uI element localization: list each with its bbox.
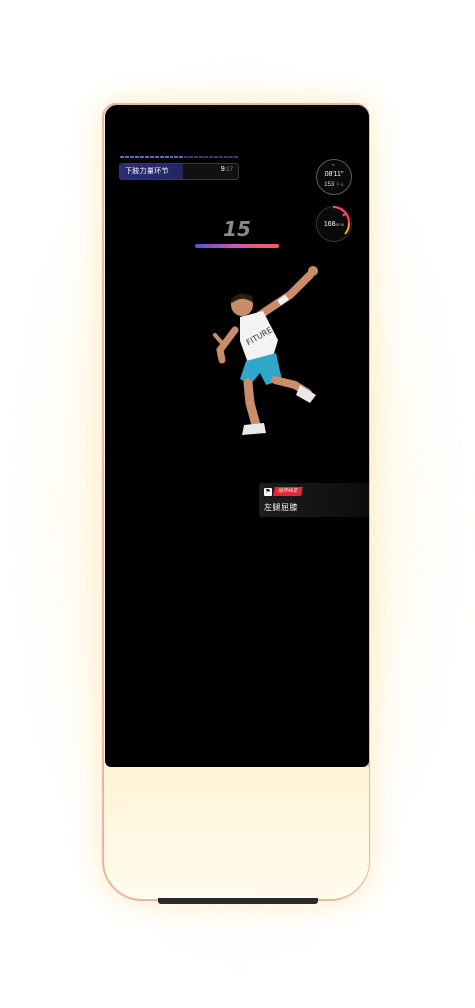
rep-counter: 15: [223, 217, 251, 241]
segment-tick: [214, 156, 219, 158]
segment-tick: [184, 156, 189, 158]
timer-widget: ◔ 08'11" 153 千卡: [316, 159, 352, 195]
segment-tick: [134, 156, 139, 158]
heart-rate-readout: 168BPM: [317, 221, 351, 228]
correction-tag: ⚑ 动作纠正: [264, 487, 303, 496]
segment-tick: [164, 156, 169, 158]
calories-unit: 千卡: [335, 182, 344, 187]
heart-rate-unit: BPM: [335, 222, 345, 227]
segment-tick: [120, 156, 124, 158]
workout-segment-ticks: [120, 156, 238, 160]
calories-readout: 153 千卡: [317, 182, 351, 188]
segment-tick: [194, 156, 199, 158]
segment-tick: [174, 156, 179, 158]
segment-tick: [179, 156, 184, 158]
correction-label: 动作纠正: [273, 487, 303, 496]
workout-section-title: 下肢力量环节: [125, 168, 169, 175]
form-correction-card: ⚑ 动作纠正 左腿屈膝: [259, 483, 369, 517]
segment-tick: [219, 156, 224, 158]
correction-message: 左腿屈膝: [264, 503, 298, 512]
segment-tick: [204, 156, 209, 158]
segment-tick: [129, 156, 134, 158]
segment-tick: [154, 156, 159, 158]
total-steps: /17: [224, 167, 233, 173]
segment-tick: [224, 156, 228, 158]
mirror-lower-panel: [105, 767, 369, 899]
mirror-screen: 下肢力量环节 9/17 ◔ 08'11" 153 千卡 ♥ 168BPM 15: [105, 105, 369, 767]
workout-step-count: 9/17: [221, 166, 233, 173]
segment-tick: [209, 156, 214, 158]
heart-icon: ♥: [342, 213, 346, 219]
athlete-figure: FITURE: [213, 266, 318, 435]
stopwatch-icon: ◔: [331, 163, 335, 169]
posture-icon: ⚑: [264, 487, 272, 496]
workout-progress-panel: 下肢力量环节 9/17: [119, 163, 239, 180]
segment-tick: [233, 156, 238, 158]
segment-tick: [124, 156, 129, 158]
segment-tick: [139, 156, 144, 158]
segment-tick: [144, 156, 149, 158]
elapsed-time: 08'11": [324, 171, 344, 178]
segment-tick: [228, 156, 233, 158]
product-stage: 下肢力量环节 9/17 ◔ 08'11" 153 千卡 ♥ 168BPM 15: [0, 0, 475, 1008]
calories-value: 153: [324, 182, 335, 188]
mirror-base: [158, 898, 318, 904]
heart-rate-value: 168: [323, 221, 336, 228]
segment-tick: [149, 156, 154, 158]
segment-tick: [199, 156, 204, 158]
segment-tick: [169, 156, 174, 158]
segment-tick: [189, 156, 194, 158]
segment-tick: [159, 156, 164, 158]
heart-rate-widget: ♥ 168BPM: [316, 206, 352, 242]
